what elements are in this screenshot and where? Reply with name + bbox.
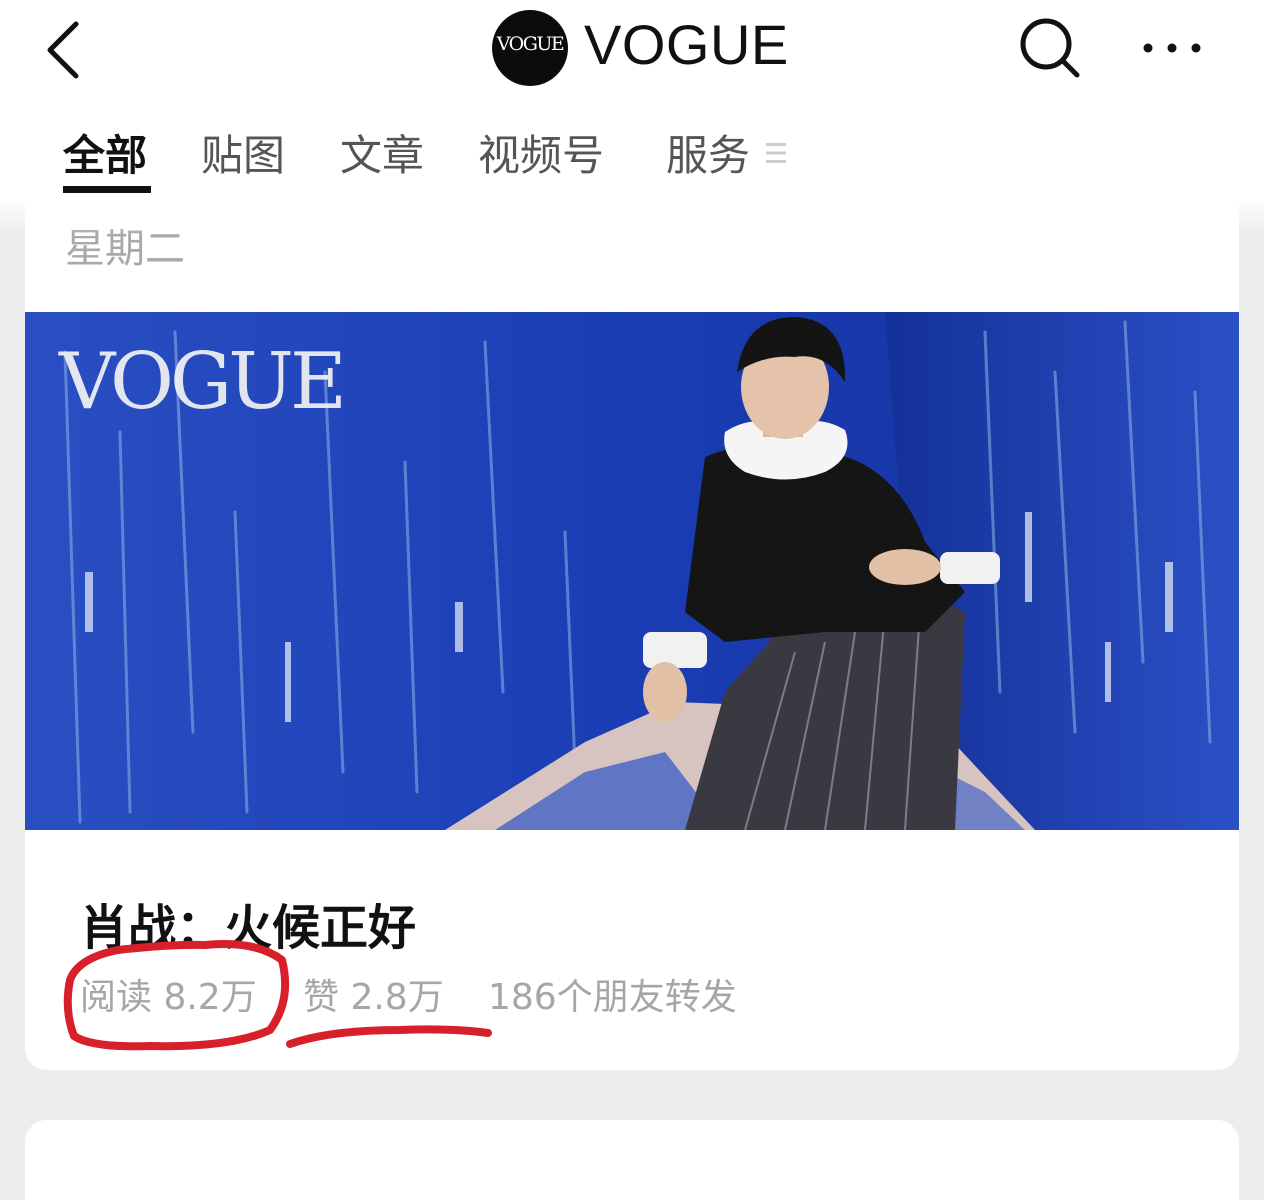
tab-all[interactable]: 全部 bbox=[63, 122, 147, 183]
tab-posts[interactable]: 贴图 bbox=[201, 122, 285, 183]
tab-articles[interactable]: 文章 bbox=[340, 122, 424, 183]
search-icon[interactable] bbox=[1016, 14, 1082, 80]
cover-vogue-mark: VOGUE bbox=[58, 337, 343, 427]
menu-lines-icon[interactable] bbox=[766, 140, 786, 166]
cover-illustration: VOGUE bbox=[25, 312, 1239, 830]
tab-channels[interactable]: 视频号 bbox=[478, 122, 604, 183]
next-article-card[interactable] bbox=[25, 1120, 1239, 1200]
like-count: 赞 2.8万 bbox=[303, 977, 444, 1018]
share-count: 186个朋友转发 bbox=[488, 977, 737, 1018]
article-cover-image[interactable]: VOGUE bbox=[25, 312, 1239, 830]
article-card[interactable]: 星期二 VOGUE 肖战：火候正好 阅读 8.2万 赞 2.8万 186个朋友转… bbox=[25, 200, 1239, 1070]
account-logo-text: VOGUE bbox=[496, 33, 565, 55]
read-count: 阅读 8.2万 bbox=[80, 977, 257, 1018]
account-name[interactable]: VOGUE bbox=[584, 12, 789, 77]
tab-bar: 全部 贴图 文章 视频号 服务 bbox=[0, 122, 1264, 194]
tab-services[interactable]: 服务 bbox=[666, 122, 750, 183]
active-tab-indicator bbox=[63, 186, 151, 193]
account-logo[interactable]: VOGUE bbox=[492, 10, 568, 86]
back-chevron-left-icon[interactable] bbox=[40, 18, 90, 82]
article-title[interactable]: 肖战：火候正好 bbox=[80, 888, 416, 958]
more-dots-icon[interactable] bbox=[1140, 30, 1204, 66]
scroll-fade bbox=[0, 195, 1264, 235]
